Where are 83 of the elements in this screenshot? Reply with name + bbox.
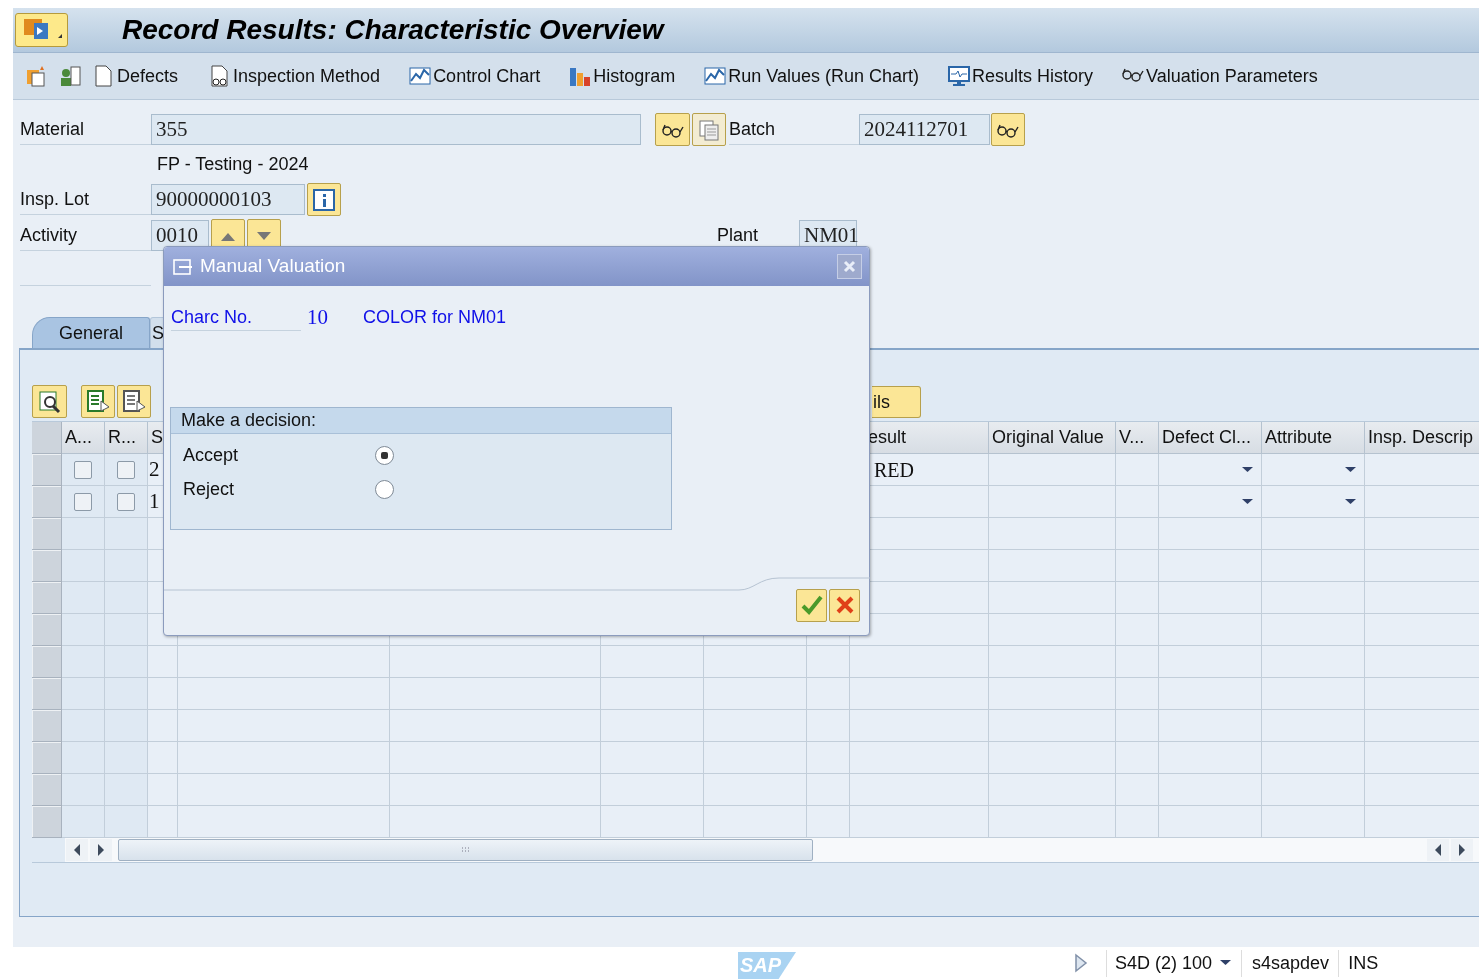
field-label: Charc No. [171, 304, 301, 332]
toolbar-button[interactable]: Valuation Parameters [1121, 62, 1318, 90]
find-button[interactable] [32, 385, 67, 418]
select-layout-button[interactable] [81, 385, 115, 418]
dropdown-caret-icon [1345, 499, 1356, 504]
row-selector[interactable] [32, 710, 62, 742]
row-selector[interactable] [32, 614, 62, 646]
confirm-icon [800, 595, 823, 615]
characteristic-number: 10 [307, 304, 328, 331]
insert-mode: INS [1338, 949, 1379, 977]
dropdown-caret-icon [1242, 467, 1253, 472]
scrollbar-thumb[interactable] [118, 839, 813, 861]
row-selector[interactable] [32, 550, 62, 582]
radio-label: Reject [183, 478, 236, 501]
system-info-dropdown[interactable]: S4D (2) 100 [1106, 949, 1232, 977]
input-field[interactable]: 2024112701 [859, 114, 990, 145]
system-menu-button[interactable] [15, 13, 68, 47]
group-title: Make a decision: [171, 407, 671, 434]
field-label: Plant [717, 224, 760, 247]
row-selector[interactable] [32, 486, 62, 518]
row-selector[interactable] [32, 774, 62, 806]
checkbox[interactable] [74, 492, 92, 511]
column-header[interactable]: V... [1116, 422, 1159, 454]
row-selector[interactable] [32, 582, 62, 614]
info-icon [313, 188, 335, 211]
row-selector[interactable] [32, 742, 62, 774]
column-header[interactable]: Attribute [1262, 422, 1365, 454]
checkbox[interactable] [117, 460, 135, 479]
radio-label: Accept [183, 444, 240, 467]
toolbar-button[interactable]: Results History [946, 62, 1093, 90]
checkbox[interactable] [74, 460, 92, 479]
dialog-title: Manual Valuation [200, 254, 346, 279]
person-icon [58, 64, 82, 88]
toolbar-button[interactable]: Run Values (Run Chart) [703, 62, 919, 90]
row-selector[interactable] [32, 646, 62, 678]
row-selector[interactable] [32, 678, 62, 710]
glasses-button[interactable] [991, 113, 1025, 146]
confirm-button[interactable] [796, 588, 827, 622]
row-selector[interactable] [32, 518, 62, 550]
glasses-button[interactable] [655, 113, 690, 146]
radio-button[interactable] [375, 480, 394, 499]
toolbar-button[interactable]: Histogram [568, 62, 676, 90]
column-header[interactable]: R... [105, 422, 148, 454]
radio-button[interactable] [375, 446, 394, 465]
find-icon [36, 388, 63, 415]
select-layout-icon [85, 388, 111, 415]
row-selector[interactable] [32, 454, 62, 486]
play-icon [1074, 953, 1088, 973]
close-icon [843, 260, 856, 273]
caret-icon [1220, 960, 1232, 966]
down-icon [255, 229, 273, 242]
edit-icon [173, 257, 193, 276]
toolbar-button[interactable]: Control Chart [408, 62, 541, 90]
column-header[interactable]: Original Value [989, 422, 1116, 454]
dropdown-caret-icon [1242, 499, 1253, 504]
characteristic-description: COLOR for NM01 [363, 306, 507, 330]
scrollbar-corner [32, 838, 65, 862]
close-button[interactable] [837, 254, 862, 279]
column-header[interactable]: A... [62, 422, 105, 454]
toolbar-button[interactable]: Defects [92, 62, 179, 90]
checkbox[interactable] [117, 492, 135, 511]
logo: SAP [738, 952, 796, 979]
row-selector[interactable] [32, 806, 62, 838]
change-layout-button[interactable] [117, 385, 151, 418]
monitor-icon [946, 64, 971, 88]
line-chart-icon [703, 64, 728, 88]
column-header[interactable]: Insp. Descrip [1365, 422, 1479, 454]
change-layout-icon [121, 388, 147, 415]
server-name: s4sapdev [1241, 949, 1330, 977]
tab[interactable]: General [32, 317, 151, 348]
cancel-button[interactable] [829, 588, 860, 622]
dropdown-caret-icon [1345, 467, 1356, 472]
line-chart-icon [408, 64, 433, 88]
details-button[interactable]: ils [872, 386, 921, 418]
copy-icon [697, 118, 721, 141]
input-field[interactable]: 355 [151, 114, 641, 145]
column-header[interactable]: Defect Cl... [1159, 422, 1262, 454]
cancel-icon [834, 595, 855, 615]
material-description: FP - Testing - 2024 [157, 153, 309, 176]
toolbar-button[interactable]: Inspection Method [208, 62, 381, 90]
window-title: Record Results: Characteristic Overview [122, 13, 664, 47]
info-button[interactable] [307, 183, 341, 216]
input-field[interactable]: 90000000103 [151, 184, 305, 215]
